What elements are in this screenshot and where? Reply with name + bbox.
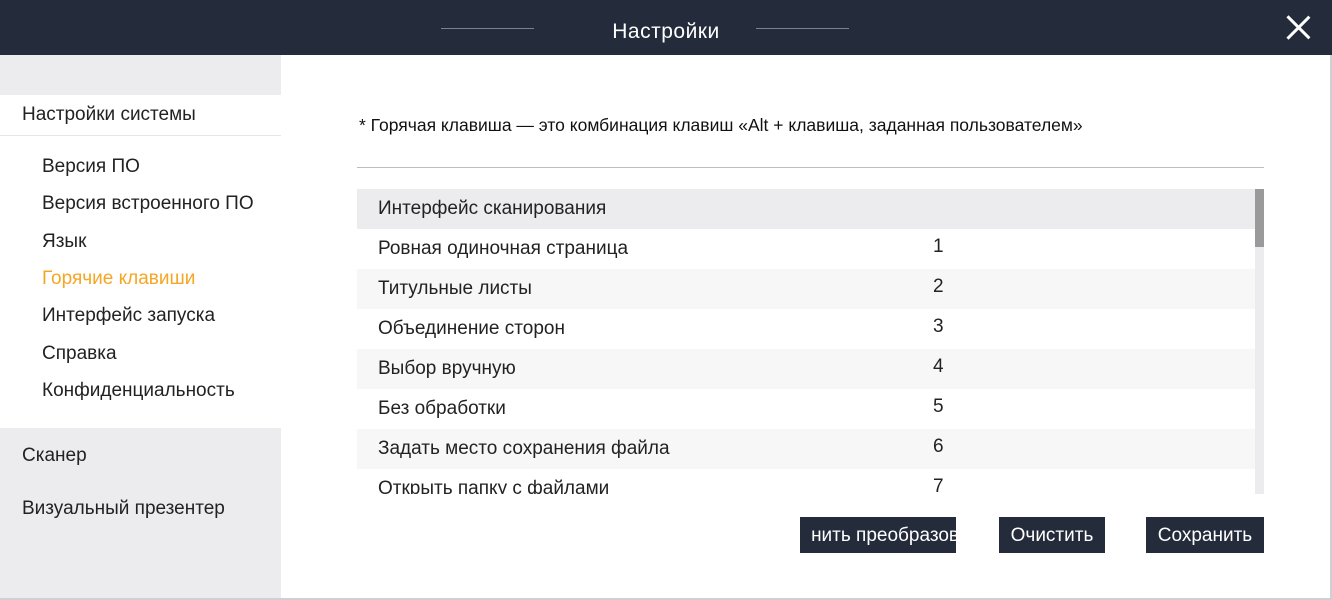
sidebar-section-system[interactable]: Настройки системы (22, 104, 196, 126)
row-hotkey[interactable]: 2 (933, 276, 944, 298)
sidebar-item-language[interactable]: Язык (42, 231, 86, 253)
title-bar: Настройки (0, 0, 1332, 55)
sidebar-item-launch-interface[interactable]: Интерфейс запуска (42, 305, 215, 327)
row-hotkey[interactable]: 6 (933, 436, 944, 458)
restore-defaults-button-label: нить преобразов (811, 525, 956, 546)
system-settings-panel: Настройки системы Версия ПО Версия встро… (0, 95, 281, 428)
window-title: Настройки (612, 20, 720, 43)
table-row[interactable]: Задать место сохранения файла 6 (357, 429, 1255, 469)
row-name: Выбор вручную (378, 358, 516, 379)
close-icon[interactable] (1284, 14, 1312, 42)
row-hotkey[interactable]: 1 (933, 236, 944, 258)
clear-button[interactable]: Очистить (999, 517, 1105, 553)
sidebar-item-hotkeys[interactable]: Горячие клавиши (42, 268, 195, 290)
sidebar-item-privacy[interactable]: Конфиденциальность (42, 380, 235, 402)
row-hotkey[interactable]: 3 (933, 316, 944, 338)
row-name: Открыть папку с файлами (378, 478, 610, 494)
sidebar-divider (0, 135, 281, 136)
table-row[interactable]: Открыть папку с файлами 7 (357, 469, 1255, 494)
save-button[interactable]: Сохранить (1146, 517, 1264, 553)
table-row[interactable]: Выбор вручную 4 (357, 349, 1255, 389)
sidebar-section-scanner[interactable]: Сканер (22, 445, 87, 467)
hotkeys-content: * Горячая клавиша — это комбинация клави… (281, 55, 1332, 600)
title-decor-line-right (756, 28, 849, 29)
sidebar: Настройки системы Версия ПО Версия встро… (0, 55, 281, 600)
group-header-label: Интерфейс сканирования (378, 198, 607, 219)
sidebar-item-firmware-version[interactable]: Версия встроенного ПО (42, 193, 254, 215)
row-name: Объединение сторон (378, 318, 565, 339)
row-hotkey[interactable]: 5 (933, 396, 944, 418)
hotkeys-table: Интерфейс сканирования Ровная одиночная … (357, 189, 1255, 494)
sidebar-section-visual-presenter[interactable]: Визуальный презентер (22, 498, 225, 520)
restore-defaults-button[interactable]: нить преобразов (800, 517, 956, 553)
row-name: Ровная одиночная страница (378, 238, 629, 259)
row-name: Титульные листы (378, 278, 532, 299)
table-row[interactable]: Объединение сторон 3 (357, 309, 1255, 349)
sidebar-item-help[interactable]: Справка (42, 343, 117, 365)
content-divider (357, 167, 1264, 168)
hotkey-note: * Горячая клавиша — это комбинация клави… (359, 115, 1083, 135)
row-name: Задать место сохранения файла (378, 438, 670, 459)
table-group-header: Интерфейс сканирования (357, 189, 1255, 229)
table-row[interactable]: Титульные листы 2 (357, 269, 1255, 309)
row-name: Без обработки (378, 398, 506, 419)
table-scrollbar-thumb[interactable] (1255, 189, 1264, 247)
row-hotkey[interactable]: 4 (933, 356, 944, 378)
sidebar-item-software-version[interactable]: Версия ПО (42, 156, 140, 178)
table-row[interactable]: Без обработки 5 (357, 389, 1255, 429)
row-hotkey[interactable]: 7 (933, 476, 944, 494)
table-row[interactable]: Ровная одиночная страница 1 (357, 229, 1255, 269)
